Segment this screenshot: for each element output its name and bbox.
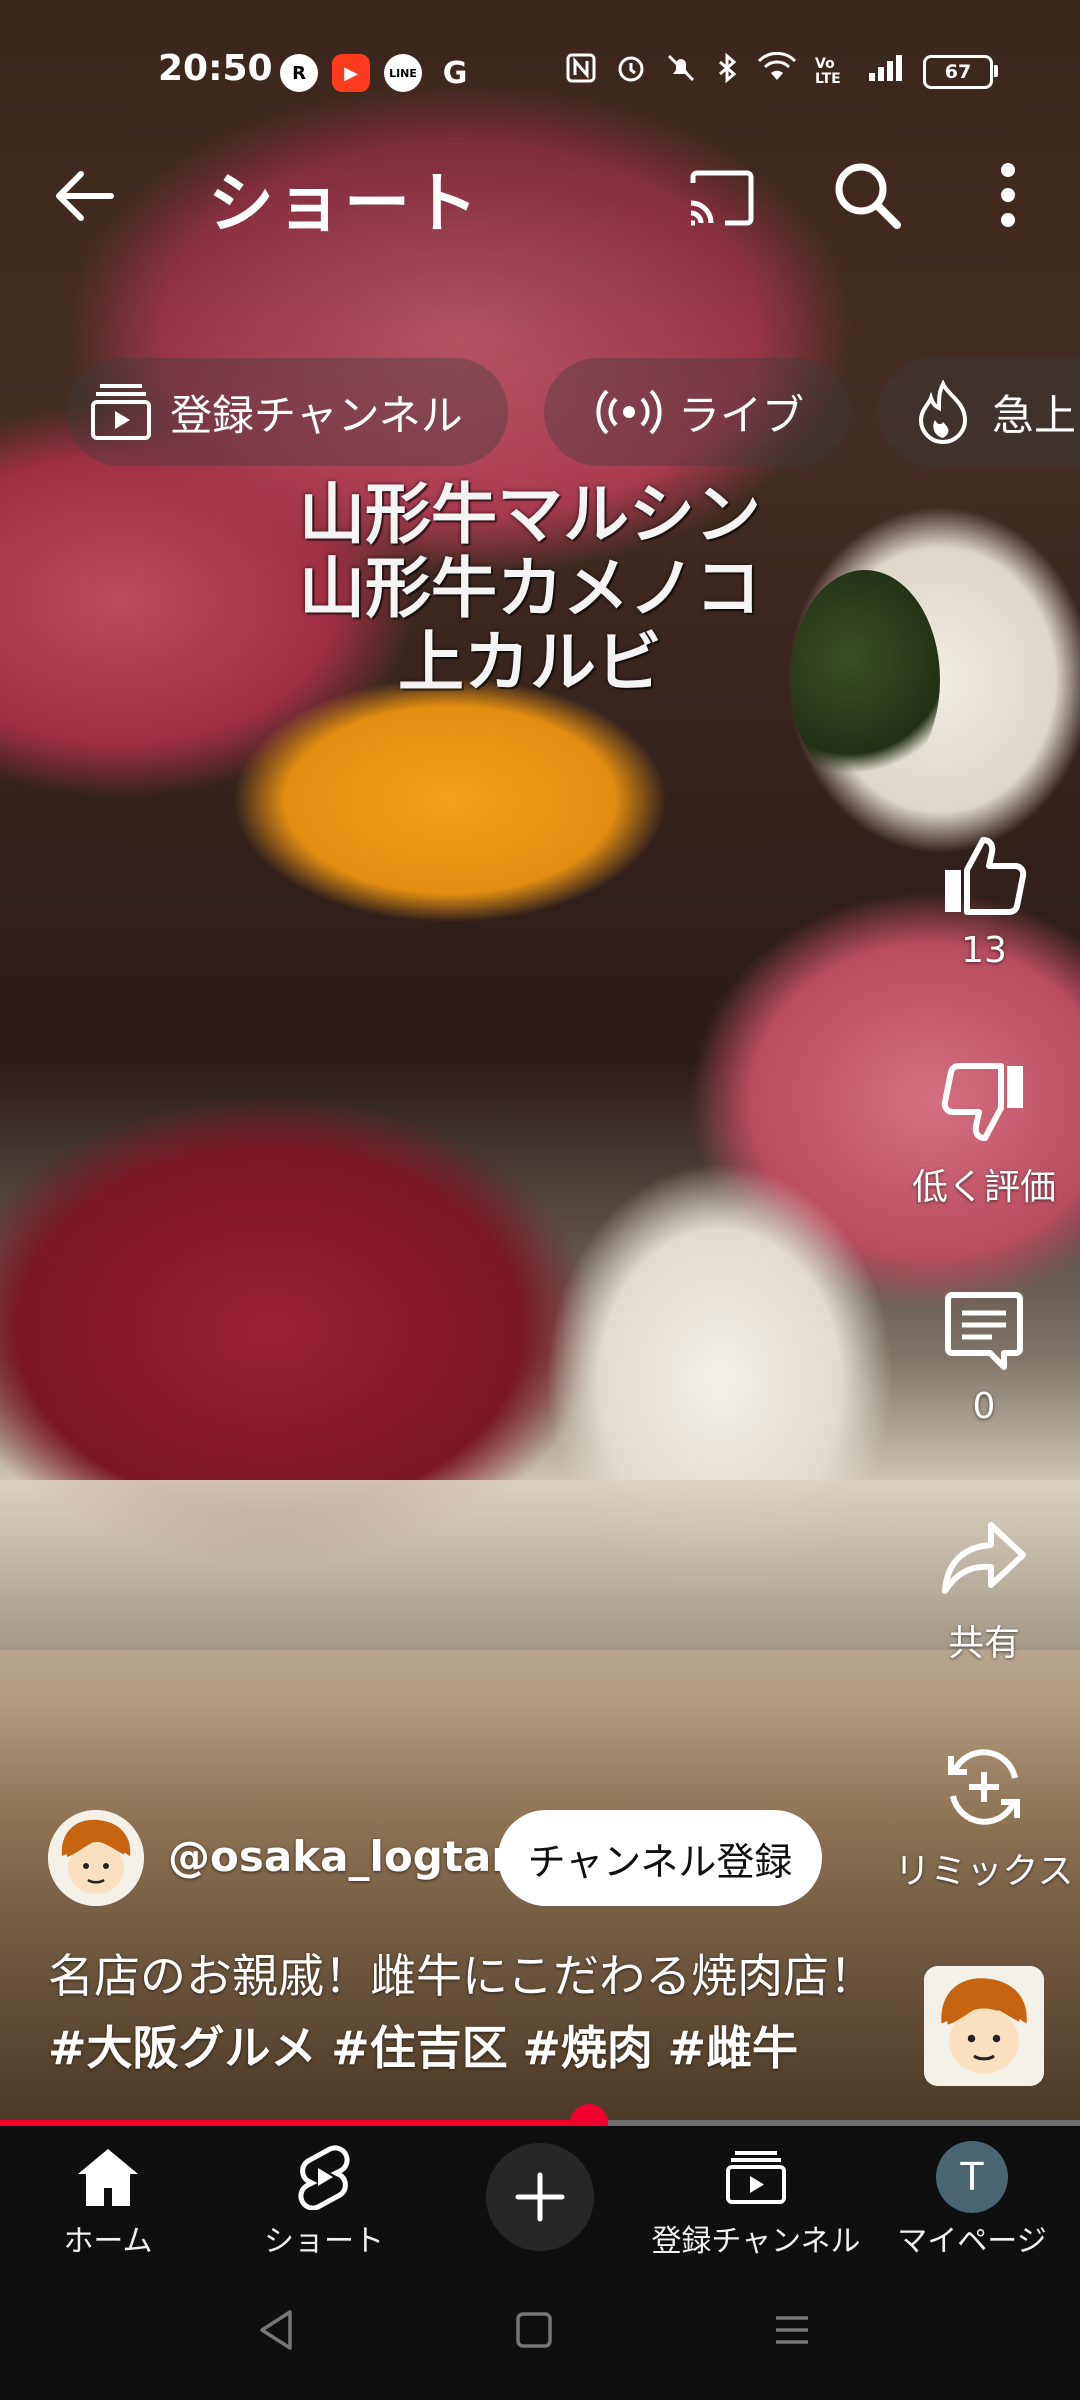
create-button[interactable] <box>486 2143 594 2251</box>
nfc-icon <box>565 52 597 92</box>
rakuten-link-icon: R <box>280 54 318 92</box>
red-play-icon: ▶ <box>332 54 370 92</box>
hashtag[interactable]: #雌牛 <box>668 2021 799 2075</box>
shorts-icon <box>296 2138 352 2216</box>
system-navigation-bar <box>0 2260 1080 2400</box>
hashtag[interactable]: #焼肉 <box>522 2021 653 2075</box>
shorts-screen: 山形牛マルシン 山形牛カメノコ 上カルビ 20:50 R ▶ LINE G Vo… <box>0 0 1080 2400</box>
square-home-icon <box>516 2312 552 2348</box>
share-button[interactable]: 共有 <box>894 1504 1074 1666</box>
bluetooth-icon <box>715 52 739 92</box>
nav-avatar-wrap: T <box>936 2138 1008 2216</box>
search-button[interactable] <box>822 150 912 240</box>
alarm-icon <box>615 52 647 92</box>
signal-icon <box>867 53 905 91</box>
clock: 20:50 <box>158 48 273 89</box>
chip-label: 登録チャンネル <box>170 390 463 440</box>
video-description[interactable]: 名店のお親戚！雌牛にこだわる焼肉店！ #大阪グルメ #住吉区 #焼肉 #雌牛 <box>48 1940 908 2084</box>
back-button[interactable] <box>48 160 120 232</box>
channel-avatar[interactable] <box>48 1810 144 1906</box>
volte-icon: Vo LTE <box>815 56 841 87</box>
dislike-label: 低く評価 <box>911 1167 1056 1208</box>
nav-label: ホーム <box>63 2224 153 2259</box>
nav-label: マイページ <box>897 2224 1047 2259</box>
system-indicators: Vo LTE 67 <box>565 51 998 92</box>
share-label: 共有 <box>947 1623 1020 1664</box>
cartoon-face-icon <box>924 1966 1044 2086</box>
more-options-button[interactable] <box>968 150 1048 240</box>
wifi-icon <box>757 51 797 92</box>
caption-line: 山形牛カメノコ <box>299 550 761 627</box>
sound-thumbnail[interactable] <box>924 1966 1044 2086</box>
comment-icon <box>929 1276 1039 1386</box>
video-caption-overlay: 山形牛マルシン 山形牛カメノコ 上カルビ <box>290 478 770 700</box>
nav-label: ショート <box>264 2224 384 2259</box>
remix-icon <box>929 1732 1039 1842</box>
nav-mypage[interactable]: T マイページ <box>892 2126 1052 2260</box>
parsley-garnish <box>790 570 940 790</box>
system-back-button[interactable] <box>246 2304 306 2356</box>
remix-button[interactable]: リミックス <box>894 1732 1074 1894</box>
menu-recents-icon <box>776 2316 808 2344</box>
more-vertical-icon <box>1001 163 1015 227</box>
comments-button[interactable]: 0 <box>894 1276 1074 1427</box>
cast-icon <box>690 170 754 226</box>
nav-label: 登録チャンネル <box>651 2224 861 2259</box>
thumbs-up-icon <box>929 820 1039 930</box>
like-count: 13 <box>961 930 1007 971</box>
battery-icon: 67 <box>923 55 998 89</box>
chip-subscriptions[interactable]: 登録チャンネル <box>66 358 508 466</box>
trending-icon <box>908 377 978 447</box>
arrow-left-icon <box>56 171 114 221</box>
home-icon <box>76 2138 140 2216</box>
system-home-button[interactable] <box>504 2304 564 2356</box>
subscribe-button[interactable]: チャンネル登録 <box>498 1810 822 1906</box>
nav-shorts[interactable]: ショート <box>254 2126 394 2260</box>
thumbs-down-icon <box>929 1048 1039 1158</box>
page-title: ショート <box>208 165 480 242</box>
cast-button[interactable] <box>680 158 760 238</box>
chip-label: 急上 <box>992 390 1077 440</box>
remix-label: リミックス <box>894 1851 1074 1892</box>
mute-icon <box>665 52 697 92</box>
nav-subscriptions[interactable]: 登録チャンネル <box>646 2126 866 2260</box>
plus-icon <box>515 2172 565 2222</box>
status-bar: 20:50 R ▶ LINE G Vo LTE 67 <box>0 40 1080 104</box>
cartoon-face-icon <box>48 1810 144 1906</box>
system-recents-button[interactable] <box>762 2304 822 2356</box>
line-icon: LINE <box>384 54 422 92</box>
comment-count: 0 <box>972 1386 996 1427</box>
triangle-back-icon <box>260 2310 292 2350</box>
description-text: 名店のお親戚！雌牛にこだわる焼肉店！ <box>48 1949 876 2003</box>
google-icon: G <box>442 55 468 91</box>
hashtag[interactable]: #大阪グルメ <box>48 2021 317 2075</box>
share-icon <box>929 1504 1039 1614</box>
caption-line: 山形牛マルシン <box>299 476 761 553</box>
chip-live[interactable]: ライブ <box>544 358 850 466</box>
search-icon <box>835 163 901 229</box>
chip-trending[interactable]: 急上 <box>878 358 1080 466</box>
hashtag[interactable]: #住吉区 <box>331 2021 508 2075</box>
subscriptions-icon <box>86 377 156 447</box>
like-button[interactable]: 13 <box>894 820 1074 971</box>
user-avatar: T <box>936 2141 1008 2213</box>
caption-line: 上カルビ <box>398 624 662 701</box>
nav-home[interactable]: ホーム <box>38 2126 178 2260</box>
live-icon <box>594 377 664 447</box>
subscriptions-icon <box>725 2138 787 2216</box>
chip-label: ライブ <box>678 390 805 440</box>
dislike-button[interactable]: 低く評価 <box>894 1048 1074 1210</box>
channel-handle[interactable]: @osaka_logtaro <box>168 1832 541 1881</box>
